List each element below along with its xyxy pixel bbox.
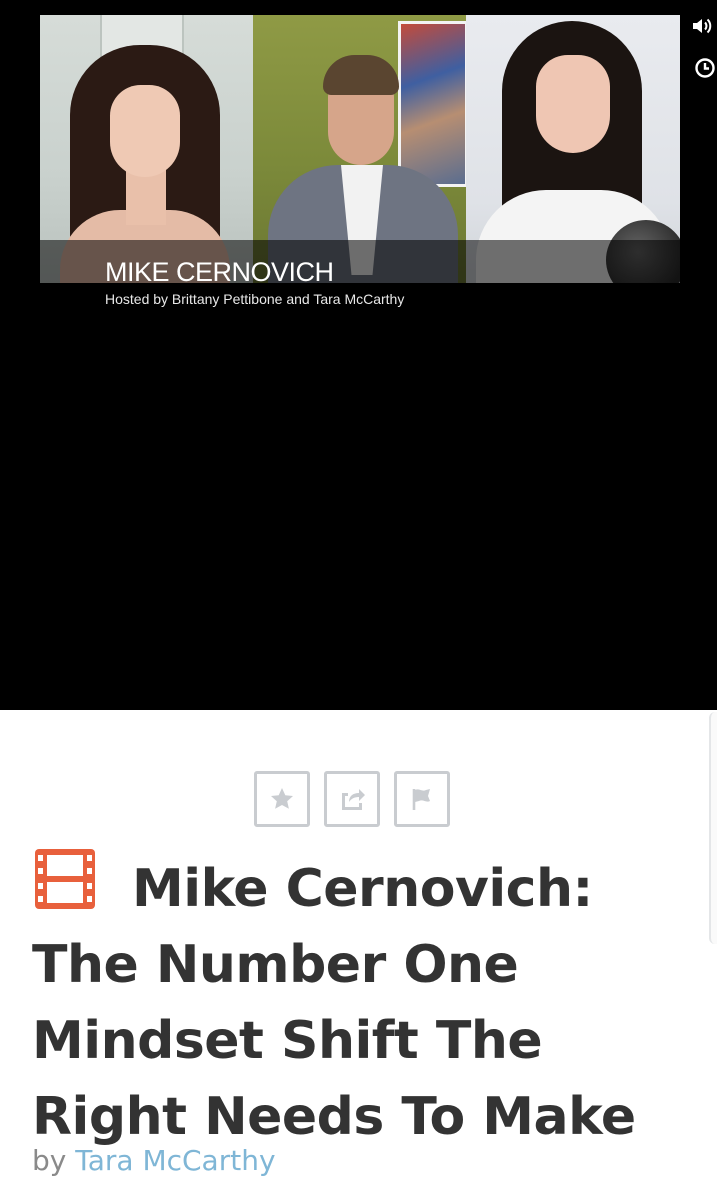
flag-icon [412,789,430,810]
share-button[interactable] [324,771,380,827]
byline-label: by [32,1144,67,1177]
flag-button[interactable] [394,771,450,827]
star-icon [271,788,293,809]
author-link[interactable]: Tara McCarthy [75,1144,275,1177]
article-title[interactable]: Mike Cernovich: The Number One Mindset S… [32,846,702,1155]
scroll-edge[interactable] [709,712,717,944]
favorite-button[interactable] [254,771,310,827]
guest-name-caption: MIKE CERNOVICH [105,257,334,287]
speaker-icon[interactable] [690,14,714,38]
article-title-text: Mike Cernovich: The Number One Mindset S… [32,859,636,1147]
hosts-caption: Hosted by Brittany Pettibone and Tara Mc… [105,291,405,307]
byline: by Tara McCarthy [32,1144,276,1177]
film-strip-icon [35,849,95,909]
video-player[interactable]: MIKE CERNOVICH Hosted by Brittany Pettib… [0,0,717,710]
video-thumbnail[interactable] [40,15,680,283]
share-icon [342,789,365,810]
action-bar [254,771,450,827]
clock-icon[interactable] [694,57,716,79]
